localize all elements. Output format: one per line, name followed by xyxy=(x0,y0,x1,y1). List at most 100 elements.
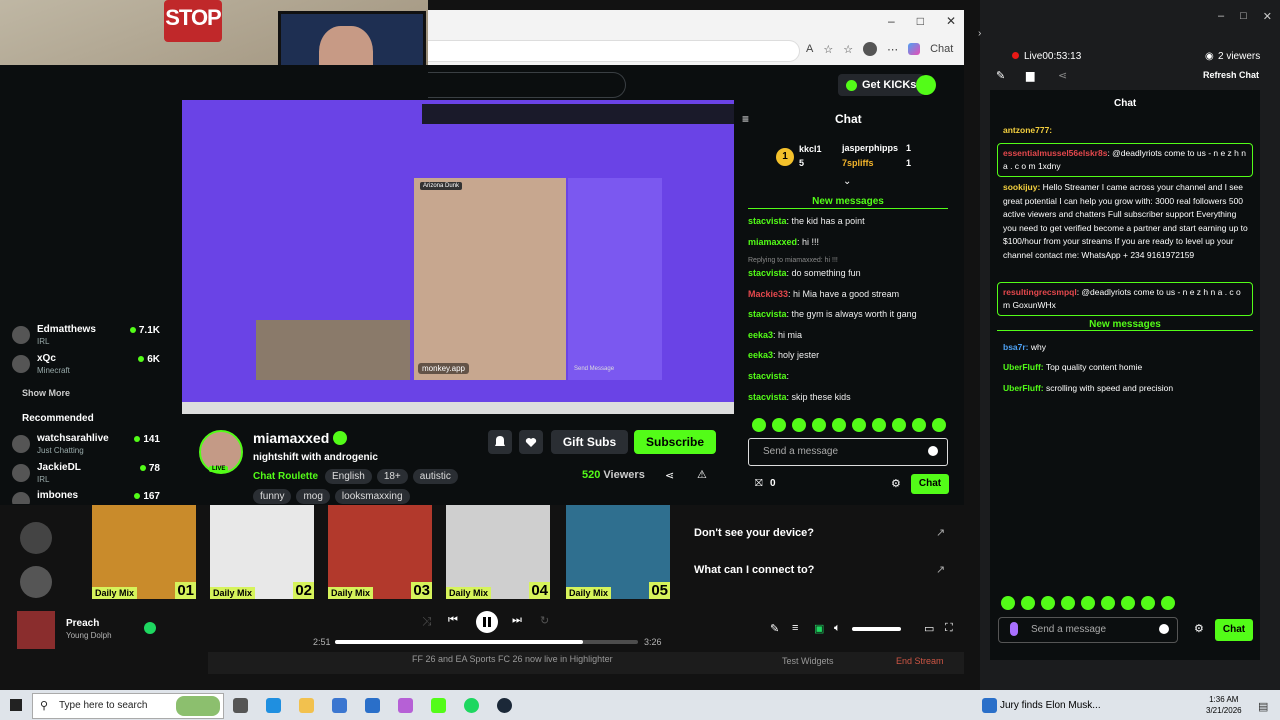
outlook-icon[interactable] xyxy=(365,698,380,713)
fullscreen-icon[interactable]: ⛶ xyxy=(945,622,953,635)
read-aloud-icon[interactable]: A xyxy=(806,43,813,55)
emote-icon[interactable] xyxy=(1101,596,1115,610)
file-explorer-icon[interactable] xyxy=(299,698,314,713)
daily-mix-card[interactable]: Daily Mix 03 xyxy=(328,505,432,599)
chat-send-button[interactable]: Chat xyxy=(1215,619,1253,641)
notifications-icon[interactable]: ▤ xyxy=(1258,700,1268,713)
follow-heart-button[interactable] xyxy=(519,430,543,454)
address-bar[interactable] xyxy=(428,40,800,62)
collapse-chat-icon[interactable]: ≡ xyxy=(742,112,749,126)
shuffle-icon[interactable]: ⤨ xyxy=(422,614,432,629)
copilot-chat-label[interactable]: Chat xyxy=(930,43,953,55)
notify-bell-button[interactable] xyxy=(488,430,512,454)
copilot-icon[interactable] xyxy=(908,43,921,55)
share-icon[interactable]: ⋖ xyxy=(1058,69,1067,82)
chat-username[interactable]: bsa7r: xyxy=(1003,342,1029,352)
chat-username[interactable]: stacvista xyxy=(748,268,787,278)
tag[interactable]: 18+ xyxy=(376,469,408,484)
connect-help-link[interactable]: What can I connect to? xyxy=(694,564,814,576)
progress-bar[interactable] xyxy=(335,640,638,644)
kick-app-icon[interactable] xyxy=(431,698,446,713)
emote-icon[interactable] xyxy=(752,418,766,432)
pause-button[interactable] xyxy=(476,611,498,633)
volume-slider[interactable] xyxy=(852,627,902,631)
emote-icon[interactable] xyxy=(1021,596,1035,610)
chat-username[interactable]: UberFluff: xyxy=(1003,383,1044,393)
edit-icon[interactable]: ✎ xyxy=(996,69,1005,82)
daily-mix-card[interactable]: Daily Mix 05 xyxy=(566,505,670,599)
emote-icon[interactable] xyxy=(932,418,946,432)
minimize-button[interactable]: – xyxy=(888,14,895,28)
chat-username[interactable]: stacvista xyxy=(748,392,787,402)
emote-icon[interactable] xyxy=(1121,596,1135,610)
external-link-icon[interactable]: ↗ xyxy=(936,526,945,539)
gift-subs-button[interactable]: Gift Subs xyxy=(551,430,628,454)
queue-icon[interactable]: ≡ xyxy=(792,622,798,634)
emote-icon[interactable] xyxy=(872,418,886,432)
close-button[interactable]: ✕ xyxy=(1263,10,1272,23)
previous-icon[interactable]: ⏮ xyxy=(448,614,458,627)
chat-username[interactable]: miamaxxed xyxy=(748,237,797,247)
get-kicks-button[interactable]: Get KICKs xyxy=(838,74,925,96)
end-stream-button[interactable]: End Stream xyxy=(896,656,944,666)
chat-username[interactable]: UberFluff: xyxy=(1003,362,1044,372)
weather-widget-icon[interactable] xyxy=(176,696,220,716)
daily-mix-card[interactable]: Daily Mix 01 xyxy=(92,505,196,599)
sidebar-item-watchsarahlive[interactable]: watchsarahlive Just Chatting 141 xyxy=(12,431,170,457)
stream-video[interactable]: Arizona Dunk monkey.app Send Message xyxy=(182,100,734,414)
mic-icon[interactable]: ✎ xyxy=(770,622,779,635)
external-link-icon[interactable]: ↗ xyxy=(936,563,945,576)
maximize-button[interactable]: □ xyxy=(917,14,924,28)
windows-start-icon[interactable] xyxy=(10,699,22,711)
expand-arrow-icon[interactable]: › xyxy=(978,28,981,39)
report-icon[interactable]: ⚠ xyxy=(697,468,707,481)
device-help-link[interactable]: Don't see your device? xyxy=(694,527,814,539)
emoji-icon[interactable] xyxy=(1159,624,1169,634)
miniplayer-icon[interactable]: ▭ xyxy=(924,622,934,635)
task-view-icon[interactable] xyxy=(233,698,248,713)
tag[interactable]: mog xyxy=(296,489,330,504)
streamer-name[interactable]: miamaxxed xyxy=(253,430,329,446)
chat-send-button[interactable]: Chat xyxy=(911,474,949,494)
mic-icon[interactable] xyxy=(1010,622,1018,636)
leader-name[interactable]: kkcl1 xyxy=(799,144,822,154)
tag[interactable]: autistic xyxy=(412,469,458,484)
chat-username[interactable]: resultingrecsmpql xyxy=(1003,287,1077,297)
minimize-button[interactable]: – xyxy=(1218,10,1224,23)
chat-input[interactable]: Send a message xyxy=(748,438,948,466)
emote-icon[interactable] xyxy=(792,418,806,432)
steam-icon[interactable] xyxy=(497,698,512,713)
sidebar-item-imbones[interactable]: imbones 167 xyxy=(12,488,170,504)
favorite-icon[interactable]: ☆ xyxy=(823,43,833,56)
emote-icon[interactable] xyxy=(1041,596,1055,610)
profile-icon[interactable] xyxy=(863,42,878,56)
sidebar-item-jackiedl[interactable]: JackieDL IRL 78 xyxy=(12,460,170,486)
tag[interactable]: funny xyxy=(253,489,292,504)
chat-username[interactable]: Mackie33 xyxy=(748,289,788,299)
system-clock[interactable]: 1:36 AM 3/21/2026 xyxy=(1206,694,1242,716)
expand-chevron-icon[interactable]: ⌄ xyxy=(843,176,851,187)
chat-username[interactable]: stacvista xyxy=(748,309,787,319)
user-avatar[interactable] xyxy=(916,75,936,95)
chat-username[interactable]: eeka3 xyxy=(748,350,773,360)
test-widgets-button[interactable]: Test Widgets xyxy=(782,656,834,666)
emote-icon[interactable] xyxy=(1141,596,1155,610)
chat-input[interactable]: Send a message xyxy=(998,617,1178,643)
artist-avatar[interactable] xyxy=(20,566,52,598)
search-input[interactable] xyxy=(428,72,626,98)
emote-icon[interactable] xyxy=(812,418,826,432)
emote-icon[interactable] xyxy=(852,418,866,432)
emoji-icon[interactable] xyxy=(928,446,938,456)
daily-mix-card[interactable]: Daily Mix 04 xyxy=(446,505,550,599)
more-icon[interactable]: ⋯ xyxy=(887,43,898,56)
chat-username[interactable]: stacvista xyxy=(748,216,787,226)
leader-name[interactable]: jasperphipps xyxy=(842,143,898,153)
artist-avatar[interactable] xyxy=(20,522,52,554)
close-button[interactable]: ✕ xyxy=(946,14,956,28)
volume-icon[interactable]: 🔈︎ xyxy=(834,622,841,635)
next-icon[interactable]: ⏭ xyxy=(512,614,522,627)
show-more-link[interactable]: Show More xyxy=(22,388,70,398)
album-art[interactable] xyxy=(17,611,55,649)
repeat-icon[interactable]: ↻ xyxy=(540,614,549,627)
chat-username[interactable]: antzone777: xyxy=(1003,125,1052,135)
